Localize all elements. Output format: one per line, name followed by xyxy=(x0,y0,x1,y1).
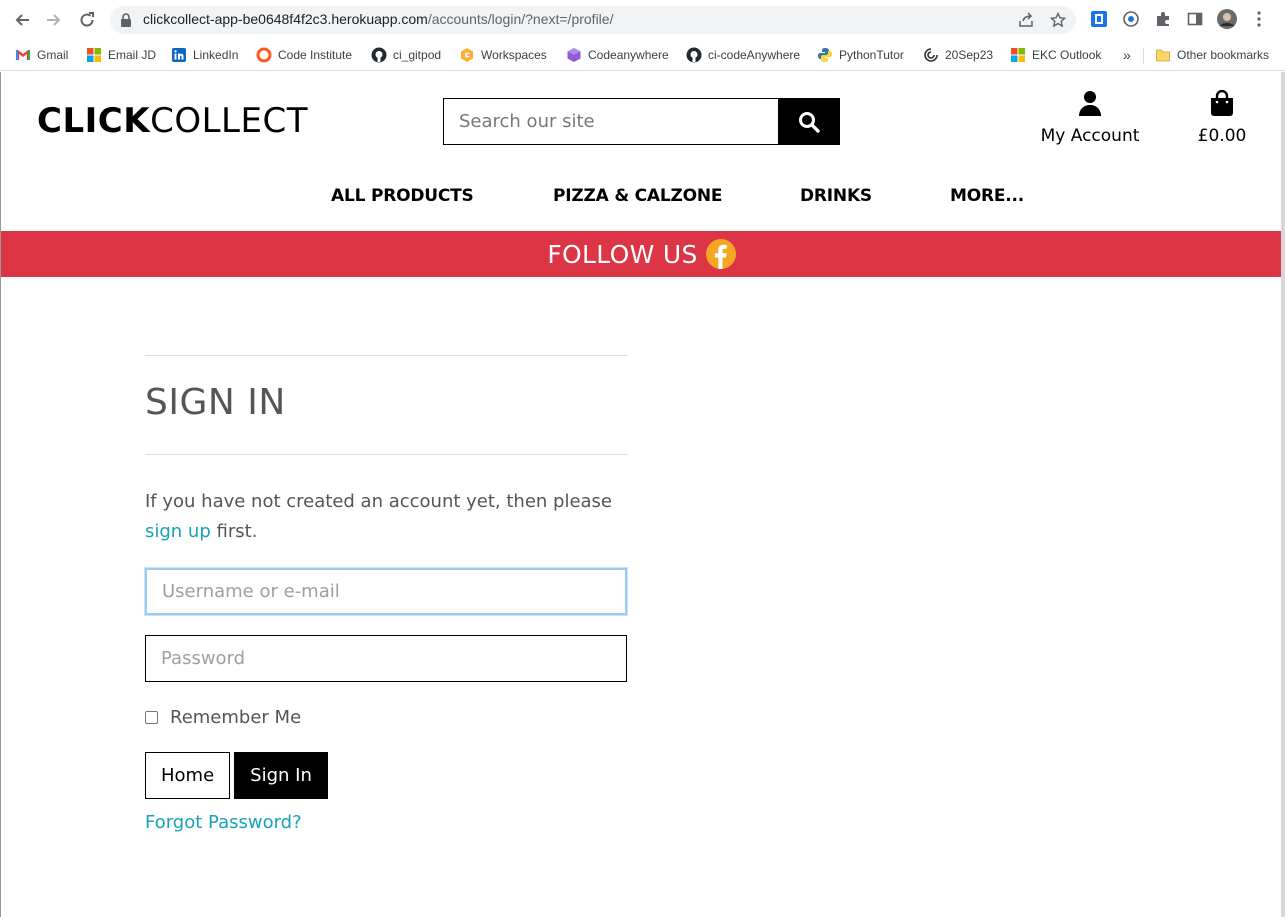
url-text: clickcollect-app-be0648f4f2c3.herokuapp.… xyxy=(143,11,614,27)
facebook-icon xyxy=(705,239,736,269)
bag-total: £0.00 xyxy=(1197,126,1247,146)
search-button[interactable] xyxy=(778,98,840,145)
site-search xyxy=(443,98,840,145)
divider-bottom xyxy=(145,454,628,455)
bookmark-gmail[interactable]: Gmail xyxy=(15,44,68,66)
nav-more[interactable]: MORE... xyxy=(950,186,1024,206)
share-icon[interactable] xyxy=(1016,10,1036,30)
sign-in-button[interactable]: Sign In xyxy=(234,752,328,799)
forward-icon[interactable] xyxy=(42,8,66,32)
bookmark-code-institute[interactable]: Code Institute xyxy=(256,44,352,66)
codeanywhere-icon xyxy=(567,48,581,62)
search-input[interactable] xyxy=(443,98,779,145)
gmail-icon xyxy=(16,50,30,60)
my-account-link[interactable]: My Account xyxy=(1031,90,1149,146)
linkedin-icon xyxy=(172,48,186,62)
remember-me-checkbox[interactable] xyxy=(145,710,158,724)
bookmark-workspaces[interactable]: Workspaces xyxy=(459,44,547,66)
github-icon xyxy=(371,47,387,63)
signin-card: SIGN IN If you have not created an accou… xyxy=(145,355,628,833)
signup-prompt: If you have not created an account yet, … xyxy=(145,491,613,542)
bookmark-ci-codeanywhere[interactable]: ci-codeAnywhere xyxy=(686,44,800,66)
bookmarks-bar: Gmail Email JD LinkedIn Code Institute c… xyxy=(0,40,1285,71)
shopping-bag-link[interactable]: £0.00 xyxy=(1191,89,1253,146)
menu-kebab-icon[interactable] xyxy=(1249,9,1269,29)
signup-link[interactable]: sign up xyxy=(145,521,211,542)
form-buttons: Home Sign In xyxy=(145,752,628,799)
github-icon xyxy=(686,47,702,63)
python-icon xyxy=(818,48,832,62)
bookmark-pythontutor[interactable]: PythonTutor xyxy=(817,44,904,66)
address-bar[interactable]: clickcollect-app-be0648f4f2c3.herokuapp.… xyxy=(110,6,1076,34)
home-button[interactable]: Home xyxy=(145,752,231,799)
password-manager-icon[interactable] xyxy=(1121,9,1141,29)
bookmark-20sep23[interactable]: 20Sep23 xyxy=(923,44,993,66)
extension-icon[interactable] xyxy=(1089,9,1109,29)
profile-avatar-icon[interactable] xyxy=(1217,9,1237,29)
gitpod-icon xyxy=(461,48,473,62)
bookmark-other-folder[interactable]: Other bookmarks xyxy=(1155,44,1269,66)
bookmarks-overflow-button[interactable]: » xyxy=(1123,44,1131,66)
spiral-icon xyxy=(924,48,938,62)
bookmark-ci-gitpod[interactable]: ci_gitpod xyxy=(371,44,441,66)
reload-icon[interactable] xyxy=(75,8,99,32)
microsoft-icon xyxy=(87,48,101,62)
nav-pizza-calzone[interactable]: PIZZA & CALZONE xyxy=(553,186,723,206)
folder-icon xyxy=(1156,49,1170,62)
page-title: SIGN IN xyxy=(145,382,286,423)
shopping-bag-icon xyxy=(1211,89,1233,116)
main-navigation: ALL PRODUCTS PIZZA & CALZONE DRINKS MORE… xyxy=(1,182,1282,212)
bookmark-ekc-outlook[interactable]: EKC Outlook xyxy=(1010,44,1101,66)
remember-me-label[interactable]: Remember Me xyxy=(170,707,301,728)
lock-icon xyxy=(121,13,131,27)
username-field[interactable] xyxy=(145,568,627,615)
code-institute-icon xyxy=(256,47,272,63)
forgot-password-link[interactable]: Forgot Password? xyxy=(145,812,302,833)
user-icon xyxy=(1079,91,1101,116)
side-panel-icon[interactable] xyxy=(1185,9,1205,29)
bookmark-linkedin[interactable]: LinkedIn xyxy=(171,44,238,66)
bookmark-email-jd[interactable]: Email JD xyxy=(86,44,156,66)
nav-all-products[interactable]: ALL PRODUCTS xyxy=(331,186,474,206)
follow-us-text: FOLLOW US xyxy=(547,239,698,269)
divider-top xyxy=(145,355,628,356)
puzzle-icon[interactable] xyxy=(1153,9,1173,29)
bookmark-codeanywhere[interactable]: Codeanywhere xyxy=(566,44,669,66)
password-field[interactable] xyxy=(145,635,627,682)
search-icon xyxy=(799,111,820,133)
microsoft-icon xyxy=(1011,48,1025,62)
window-edge xyxy=(1281,72,1285,917)
site-logo[interactable]: CLICKCOLLECT xyxy=(37,101,308,141)
web-page: CLICKCOLLECT My Account £0.00 ALL PRODUC… xyxy=(0,72,1282,917)
back-icon[interactable] xyxy=(10,8,34,32)
bookmarks-divider xyxy=(1143,48,1144,64)
browser-toolbar: clickcollect-app-be0648f4f2c3.herokuapp.… xyxy=(0,0,1285,40)
nav-drinks[interactable]: DRINKS xyxy=(800,186,872,206)
star-icon[interactable] xyxy=(1048,10,1068,30)
remember-me: Remember Me xyxy=(145,707,628,728)
follow-us-banner[interactable]: FOLLOW US xyxy=(1,231,1282,277)
my-account-label: My Account xyxy=(1040,126,1140,146)
